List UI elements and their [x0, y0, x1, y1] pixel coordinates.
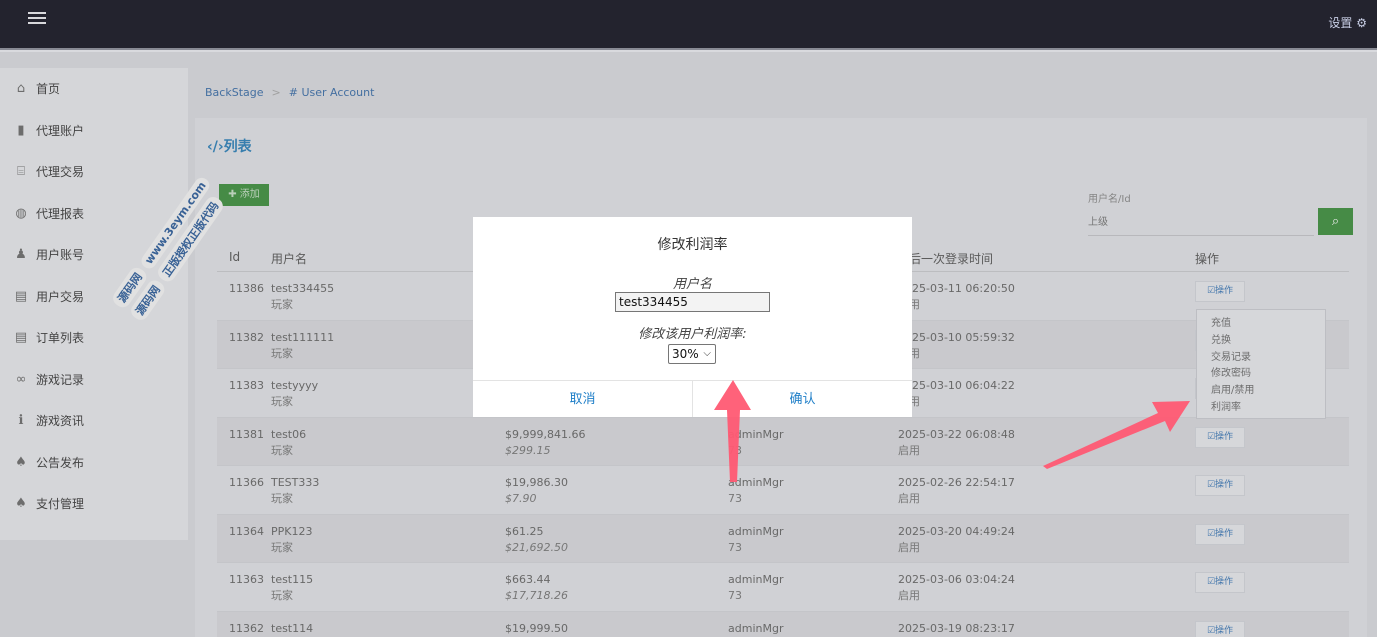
settings-link[interactable]: 设置 ⚙: [1328, 14, 1367, 31]
username-field[interactable]: [615, 292, 770, 312]
confirm-button[interactable]: 确认: [693, 381, 912, 417]
chevron-down-icon: ⌵: [703, 348, 711, 359]
profit-rate-label: 修改该用户利润率:: [638, 327, 747, 342]
modal-title: 修改利润率: [657, 237, 728, 253]
top-bar: 设置 ⚙: [0, 0, 1377, 50]
profit-rate-value: 30%: [672, 347, 699, 361]
cancel-button[interactable]: 取消: [473, 381, 693, 417]
menu-toggle-icon[interactable]: [28, 12, 46, 28]
username-label: 用户名: [672, 277, 712, 292]
profit-rate-select[interactable]: 30% ⌵: [668, 344, 716, 364]
modal-footer: 取消 确认: [473, 380, 912, 417]
profit-rate-modal: 修改利润率 用户名 修改该用户利润率: 30% ⌵ 取消 确认: [473, 217, 912, 417]
